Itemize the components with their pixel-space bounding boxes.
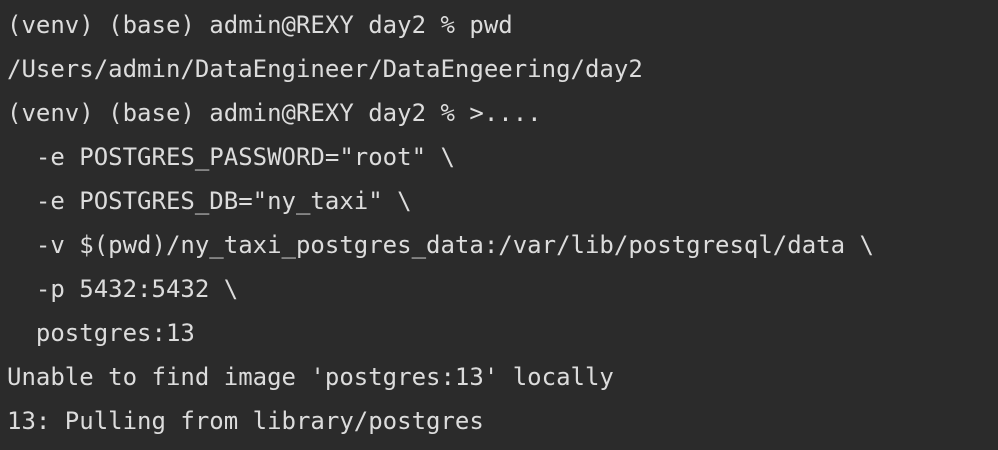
terminal-output[interactable]: (venv) (base) admin@REXY day2 % pwd /Use… — [0, 0, 998, 450]
terminal-line-port: -p 5432:5432 \ — [7, 275, 239, 303]
terminal-line-image: postgres:13 — [7, 319, 195, 347]
terminal-line-prompt-command: (venv) (base) admin@REXY day2 % >.... — [7, 99, 542, 127]
terminal-line-pulling: 13: Pulling from library/postgres — [7, 407, 484, 435]
terminal-line-unable-to-find: Unable to find image 'postgres:13' local… — [7, 363, 614, 391]
terminal-line-env-db: -e POSTGRES_DB="ny_taxi" \ — [7, 187, 412, 215]
terminal-line-prompt-pwd: (venv) (base) admin@REXY day2 % pwd — [7, 11, 513, 39]
terminal-line-pwd-output: /Users/admin/DataEngineer/DataEngeering/… — [7, 55, 643, 83]
terminal-line-volume: -v $(pwd)/ny_taxi_postgres_data:/var/lib… — [7, 231, 874, 259]
terminal-line-env-password: -e POSTGRES_PASSWORD="root" \ — [7, 143, 455, 171]
